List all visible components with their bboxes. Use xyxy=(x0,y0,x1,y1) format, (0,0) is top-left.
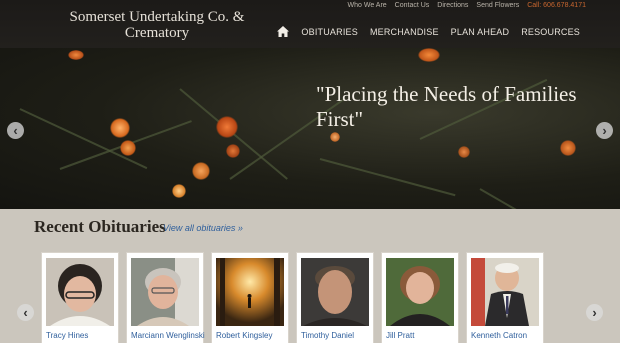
obituary-card[interactable]: Jill Pratt xyxy=(381,252,459,343)
obituary-card[interactable]: Timothy Daniel xyxy=(296,252,374,343)
hero-banner: "Placing the Needs of Families First" ‹ … xyxy=(0,48,620,209)
obituary-photo[interactable] xyxy=(301,258,369,326)
obituary-name[interactable]: Marciann Wenglinski xyxy=(131,331,205,340)
obituary-name[interactable]: Timothy Daniel xyxy=(301,331,354,340)
obituary-card[interactable]: Tracy Hines xyxy=(41,252,119,343)
brand-line-1: Somerset Undertaking Co. & xyxy=(69,9,245,25)
obituary-photo[interactable] xyxy=(131,258,199,326)
obituary-card[interactable]: Marciann Wenglinski xyxy=(126,252,205,343)
obituary-photo[interactable] xyxy=(386,258,454,326)
nav-plan-ahead[interactable]: PLAN AHEAD xyxy=(451,27,510,37)
recent-obituaries-section: Recent Obituaries View all obituaries » … xyxy=(0,209,620,343)
view-all-obituaries-link[interactable]: View all obituaries » xyxy=(163,223,243,233)
obituary-card[interactable]: Robert Kingsley xyxy=(211,252,289,343)
obituary-photo[interactable] xyxy=(471,258,539,326)
brand-line-2: Crematory xyxy=(124,25,190,41)
hero-tagline: "Placing the Needs of Families First" xyxy=(316,82,577,131)
main-nav: OBITUARIES MERCHANDISE PLAN AHEAD RESOUR… xyxy=(277,26,580,37)
top-link-send-flowers[interactable]: Send Flowers xyxy=(476,2,519,9)
obituary-card[interactable]: Kenneth Catron xyxy=(466,252,544,343)
obituary-photo[interactable] xyxy=(46,258,114,326)
site-logo[interactable]: Somerset Undertaking Co. & Crematory xyxy=(62,9,252,41)
top-link-who-we-are[interactable]: Who We Are xyxy=(348,2,387,9)
home-icon[interactable] xyxy=(277,26,290,37)
top-link-contact-us[interactable]: Contact Us xyxy=(395,2,430,9)
obits-next-arrow[interactable]: › xyxy=(586,304,603,321)
section-title: Recent Obituaries xyxy=(34,217,166,236)
hero-next-arrow[interactable]: › xyxy=(596,122,613,139)
phone-number[interactable]: Call: 606.678.4171 xyxy=(527,2,586,9)
hero-prev-arrow[interactable]: ‹ xyxy=(7,122,24,139)
nav-merchandise[interactable]: MERCHANDISE xyxy=(370,27,439,37)
obits-prev-arrow[interactable]: ‹ xyxy=(17,304,34,321)
nav-obituaries[interactable]: OBITUARIES xyxy=(301,27,358,37)
obituary-name[interactable]: Tracy Hines xyxy=(46,331,88,340)
obituary-photo[interactable] xyxy=(216,258,284,326)
obituary-name[interactable]: Kenneth Catron xyxy=(471,331,527,340)
site-header: Somerset Undertaking Co. & Crematory Who… xyxy=(0,0,620,48)
obituary-name[interactable]: Robert Kingsley xyxy=(216,331,272,340)
top-link-directions[interactable]: Directions xyxy=(437,2,468,9)
nav-resources[interactable]: RESOURCES xyxy=(521,27,580,37)
top-links: Who We Are Contact Us Directions Send Fl… xyxy=(348,2,587,9)
obituary-name[interactable]: Jill Pratt xyxy=(386,331,414,340)
